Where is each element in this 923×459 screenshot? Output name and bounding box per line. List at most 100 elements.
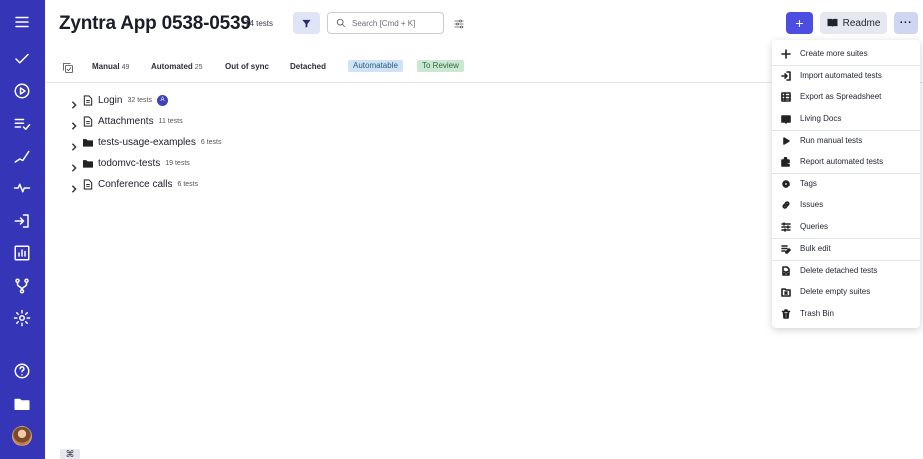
menu-item-label: Import automated tests bbox=[800, 71, 882, 80]
more-options-button[interactable]: ··· bbox=[894, 12, 918, 34]
test-count: 74 tests bbox=[245, 19, 274, 28]
tree-row-attachments[interactable]: Attachments 11 tests bbox=[70, 113, 183, 130]
tree-row-conference-calls[interactable]: Conference calls 6 tests bbox=[70, 176, 199, 193]
search-input[interactable]: Search [Cmd + K] bbox=[327, 12, 444, 34]
menu-item-label: Trash Bin bbox=[800, 309, 834, 318]
menu-item-run-manual-tests[interactable]: Run manual tests bbox=[772, 130, 920, 151]
menu-item-label: Create more suites bbox=[800, 49, 868, 58]
menu-item-import-automated-tests[interactable]: Import automated tests bbox=[772, 65, 920, 86]
suite-count: 11 tests bbox=[158, 117, 183, 125]
suite-count: 32 tests bbox=[127, 96, 152, 104]
file-icon bbox=[83, 115, 93, 127]
trash-icon bbox=[781, 308, 791, 319]
menu-item-label: Delete detached tests bbox=[800, 266, 878, 275]
suite-count: 6 tests bbox=[200, 138, 222, 146]
folder-icon bbox=[83, 137, 93, 148]
menu-item-label: Bulk edit bbox=[800, 244, 831, 253]
search-placeholder: Search [Cmd + K] bbox=[352, 18, 416, 28]
suite-count: 19 tests bbox=[165, 159, 190, 167]
branch-icon[interactable] bbox=[10, 274, 34, 298]
chevron-right-icon[interactable] bbox=[70, 138, 78, 151]
tab-manual[interactable]: Manual 49 bbox=[92, 62, 129, 71]
menu-item-report-automated-tests[interactable]: Report automated tests bbox=[772, 151, 920, 172]
analytics-icon[interactable] bbox=[10, 241, 34, 265]
menu-item-label: Queries bbox=[800, 222, 829, 231]
pulse-icon[interactable] bbox=[10, 176, 34, 200]
delete-file-icon bbox=[781, 265, 791, 276]
menu-item-delete-empty-suites[interactable]: Delete empty suites bbox=[772, 281, 920, 302]
tab-manual-label: Manual bbox=[92, 62, 120, 71]
menu-item-label: Issues bbox=[800, 200, 824, 209]
tree-row-login[interactable]: Login 32 tests A bbox=[70, 92, 168, 109]
tab-automated-label: Automated bbox=[151, 62, 193, 71]
steps-icon[interactable] bbox=[10, 144, 34, 168]
page-title: Zyntra App 0538-0539 bbox=[59, 13, 251, 34]
avatar[interactable] bbox=[12, 426, 32, 446]
table-icon bbox=[781, 91, 791, 102]
menu-item-export-as-spreadsheet[interactable]: Export as Spreadsheet bbox=[772, 86, 920, 107]
link-icon bbox=[781, 200, 791, 210]
projects-folder-icon[interactable] bbox=[10, 392, 34, 416]
select-all-icon[interactable] bbox=[62, 61, 74, 73]
tab-manual-count: 49 bbox=[121, 64, 130, 71]
menu-item-living-docs[interactable]: Living Docs bbox=[772, 108, 920, 129]
play-icon bbox=[781, 136, 791, 146]
menu-item-queries[interactable]: Queries bbox=[772, 216, 920, 237]
more-options-menu: Create more suites Import automated test… bbox=[772, 40, 920, 328]
chevron-right-icon[interactable] bbox=[70, 180, 78, 193]
menu-item-trash-bin[interactable]: Trash Bin bbox=[772, 303, 920, 324]
file-icon bbox=[83, 94, 93, 106]
menu-icon[interactable] bbox=[10, 10, 34, 34]
tab-automated-count: 25 bbox=[194, 64, 203, 71]
command-key-hint[interactable]: ⌘ bbox=[60, 449, 80, 459]
suite-name: todomvc-tests bbox=[98, 157, 161, 169]
help-icon[interactable] bbox=[10, 359, 34, 383]
tag-to-review[interactable]: To Review bbox=[417, 60, 464, 72]
file-icon bbox=[83, 178, 93, 190]
book-icon bbox=[827, 18, 838, 28]
import-icon[interactable] bbox=[10, 209, 34, 233]
folder-icon bbox=[83, 158, 93, 169]
edit-list-icon bbox=[781, 244, 791, 254]
tree-row-todomvc-tests[interactable]: todomvc-tests 19 tests bbox=[70, 155, 190, 172]
tab-detached[interactable]: Detached bbox=[290, 62, 326, 71]
sliders-icon bbox=[781, 221, 791, 232]
tab-out-of-sync[interactable]: Out of sync bbox=[225, 62, 269, 71]
menu-item-label: Report automated tests bbox=[800, 157, 884, 166]
chevron-right-icon[interactable] bbox=[70, 96, 78, 109]
gear-icon[interactable] bbox=[10, 306, 34, 330]
suite-name: Attachments bbox=[98, 115, 154, 127]
chevron-right-icon[interactable] bbox=[70, 159, 78, 172]
check-icon[interactable] bbox=[10, 47, 34, 71]
import-icon bbox=[781, 70, 791, 81]
add-button[interactable]: + bbox=[786, 12, 813, 34]
sidebar bbox=[0, 0, 45, 459]
readme-label: Readme bbox=[842, 17, 881, 29]
search-icon bbox=[336, 18, 346, 28]
suite-count: 6 tests bbox=[177, 180, 199, 188]
suite-name: tests-usage-examples bbox=[98, 136, 196, 148]
menu-item-label: Delete empty suites bbox=[800, 287, 871, 296]
menu-item-label: Living Docs bbox=[800, 114, 842, 123]
menu-item-label: Export as Spreadsheet bbox=[800, 92, 882, 101]
automation-badge: A bbox=[156, 94, 168, 106]
readme-button[interactable]: Readme bbox=[820, 12, 887, 34]
menu-item-issues[interactable]: Issues bbox=[772, 194, 920, 215]
tree-row-tests-usage-examples[interactable]: tests-usage-examples 6 tests bbox=[70, 134, 222, 151]
chevron-right-icon[interactable] bbox=[70, 117, 78, 130]
tab-automated[interactable]: Automated 25 bbox=[151, 62, 203, 71]
menu-item-create-more-suites[interactable]: Create more suites bbox=[772, 43, 920, 64]
menu-item-bulk-edit[interactable]: Bulk edit bbox=[772, 238, 920, 259]
at-icon bbox=[781, 179, 791, 189]
delete-folder-icon bbox=[781, 287, 791, 297]
book-icon bbox=[781, 114, 791, 124]
menu-item-tags[interactable]: Tags bbox=[772, 173, 920, 194]
tune-icon[interactable] bbox=[453, 17, 465, 29]
play-circle-icon[interactable] bbox=[10, 79, 34, 103]
filter-button[interactable] bbox=[293, 12, 320, 34]
tag-automatable[interactable]: Automatable bbox=[348, 60, 403, 72]
menu-item-delete-detached-tests[interactable]: Delete detached tests bbox=[772, 260, 920, 281]
filter-icon bbox=[302, 19, 311, 28]
checklist-icon[interactable] bbox=[10, 112, 34, 136]
suite-name: Conference calls bbox=[98, 178, 173, 190]
